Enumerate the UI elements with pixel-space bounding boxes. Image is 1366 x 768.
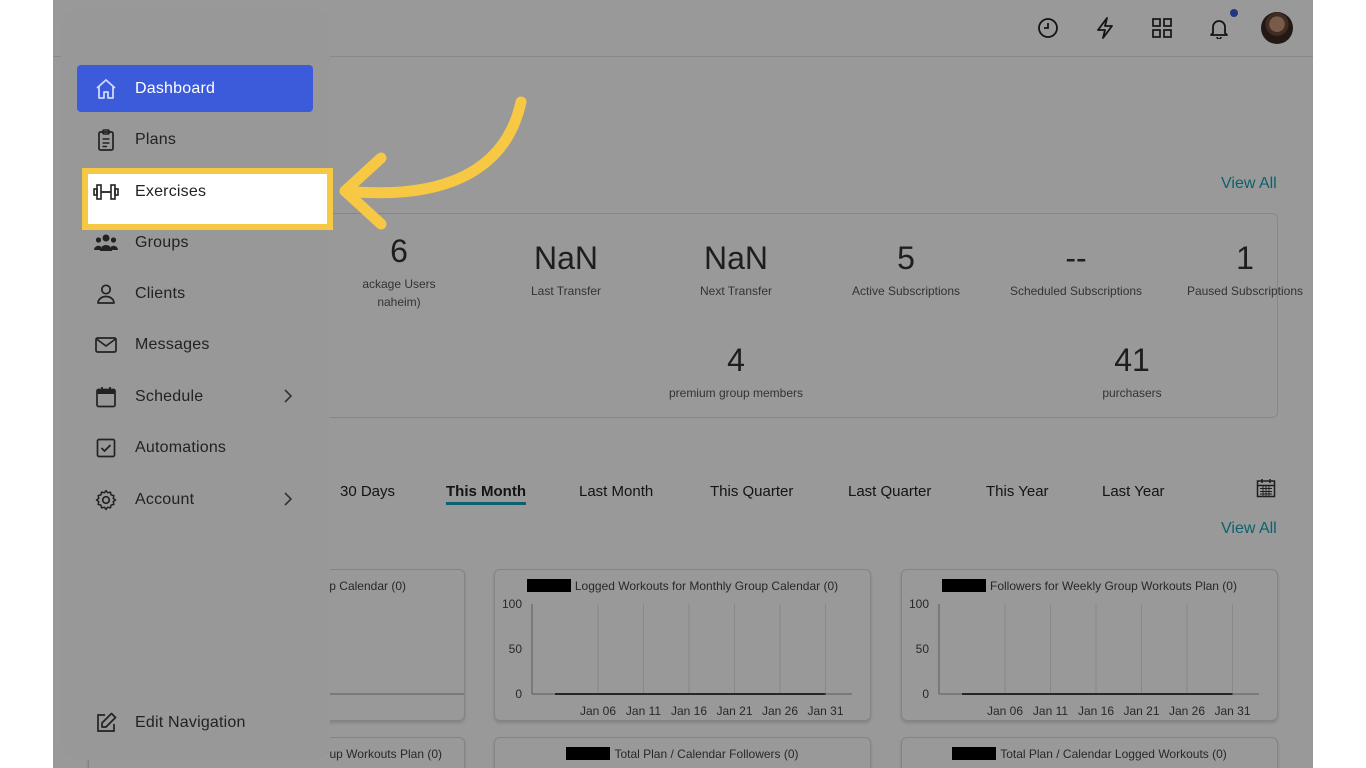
pointer-arrow-shaft	[339, 96, 527, 199]
annotation-layer	[339, 96, 527, 230]
app-window: View All 6 ackage Users naheim) NaN Last…	[53, 0, 1313, 768]
